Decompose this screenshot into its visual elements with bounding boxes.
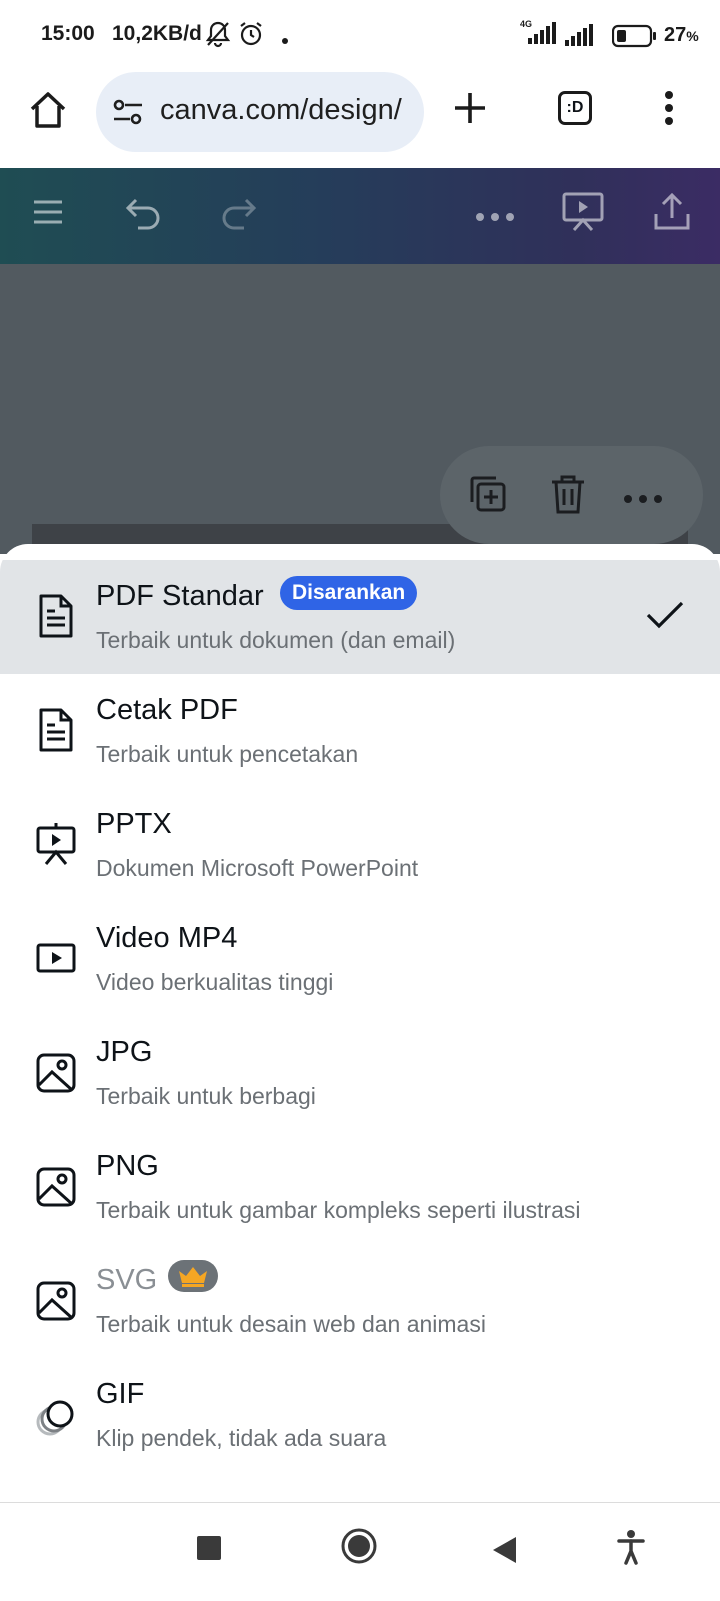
more-vert-icon[interactable] [664, 90, 674, 131]
signal-icon: 4G [518, 18, 558, 53]
option-title: Video MP4 [96, 922, 238, 954]
url-text: canva.com/design/ [160, 94, 402, 126]
present-icon[interactable] [562, 192, 604, 237]
file-type-option-png[interactable]: PNG Terbaik untuk gambar kompleks sepert… [0, 1130, 720, 1244]
back-icon[interactable] [490, 1535, 518, 1570]
network-speed: 10,2KB/d [112, 22, 202, 45]
option-title: SVG [96, 1260, 218, 1297]
image-icon [36, 1164, 76, 1208]
option-title: PDF Standar Disarankan [96, 576, 418, 613]
editor-toolbar [0, 168, 720, 264]
signal-icon-2 [564, 22, 594, 51]
video-icon [36, 936, 76, 980]
browser-toolbar: canva.com/design/ :D [0, 70, 720, 169]
page-actions [440, 446, 703, 544]
option-subtitle: Terbaik untuk berbagi [96, 1083, 316, 1109]
pro-crown-badge [168, 1260, 218, 1292]
accessibility-icon[interactable] [616, 1529, 646, 1570]
menu-icon[interactable] [32, 196, 64, 233]
home-icon[interactable] [28, 90, 68, 135]
redo-icon[interactable] [218, 194, 258, 235]
alarm-icon [238, 20, 264, 53]
duplicate-page-icon[interactable] [468, 474, 508, 519]
image-icon [36, 1278, 76, 1322]
option-subtitle: Klip pendek, tidak ada suara [96, 1425, 387, 1451]
dot-icon [282, 31, 288, 49]
file-type-option-print-pdf[interactable]: Cetak PDF Terbaik untuk pencetakan [0, 674, 720, 788]
status-bar: 15:00 10,2KB/d 4G 27% [0, 0, 720, 70]
option-title: PPTX [96, 808, 172, 840]
image-icon [36, 1050, 76, 1094]
presentation-icon [36, 822, 76, 866]
document-icon [36, 594, 76, 638]
battery-icon [611, 24, 658, 53]
option-subtitle: Terbaik untuk gambar kompleks seperti il… [96, 1197, 581, 1223]
option-subtitle: Terbaik untuk dokumen (dan email) [96, 627, 456, 653]
site-settings-icon[interactable] [112, 98, 144, 131]
address-bar[interactable]: canva.com/design/ [96, 72, 424, 152]
battery-percent: 27% [664, 24, 699, 46]
option-title: JPG [96, 1036, 153, 1068]
crown-icon [179, 1267, 207, 1287]
option-subtitle: Terbaik untuk pencetakan [96, 741, 359, 767]
undo-icon[interactable] [124, 194, 164, 235]
option-subtitle: Video berkualitas tinggi [96, 969, 334, 995]
gif-icon [36, 1392, 76, 1436]
file-type-option-pdf-standard[interactable]: PDF Standar Disarankan Terbaik untuk dok… [0, 560, 720, 674]
file-type-option-pptx[interactable]: PPTX Dokumen Microsoft PowerPoint [0, 788, 720, 902]
option-title: GIF [96, 1378, 145, 1410]
file-type-option-jpg[interactable]: JPG Terbaik untuk berbagi [0, 1016, 720, 1130]
file-type-option-mp4[interactable]: Video MP4 Video berkualitas tinggi [0, 902, 720, 1016]
page-more-icon[interactable] [624, 490, 662, 508]
delete-page-icon[interactable] [548, 474, 588, 519]
check-icon [646, 600, 684, 635]
recommended-badge: Disarankan [280, 576, 418, 610]
bell-off-icon [205, 20, 231, 53]
file-type-option-svg[interactable]: SVG Terbaik untuk desain web dan animasi [0, 1244, 720, 1358]
option-subtitle: Dokumen Microsoft PowerPoint [96, 855, 419, 881]
option-subtitle: Terbaik untuk desain web dan animasi [96, 1311, 486, 1337]
status-time: 15:00 [41, 22, 95, 45]
share-icon[interactable] [652, 192, 692, 237]
network-type: 4G [520, 19, 532, 29]
new-tab-icon[interactable] [452, 90, 488, 131]
recents-icon[interactable] [196, 1535, 222, 1566]
more-horiz-icon[interactable] [476, 208, 514, 226]
option-title: Cetak PDF [96, 694, 238, 726]
file-type-sheet: PDF Standar Disarankan Terbaik untuk dok… [0, 544, 720, 1502]
tab-switcher-button[interactable]: :D [558, 91, 592, 125]
home-nav-icon[interactable] [340, 1527, 378, 1570]
system-nav-bar [0, 1502, 720, 1601]
option-title: PNG [96, 1150, 159, 1182]
file-type-option-gif[interactable]: GIF Klip pendek, tidak ada suara [0, 1358, 720, 1472]
document-icon [36, 708, 76, 752]
